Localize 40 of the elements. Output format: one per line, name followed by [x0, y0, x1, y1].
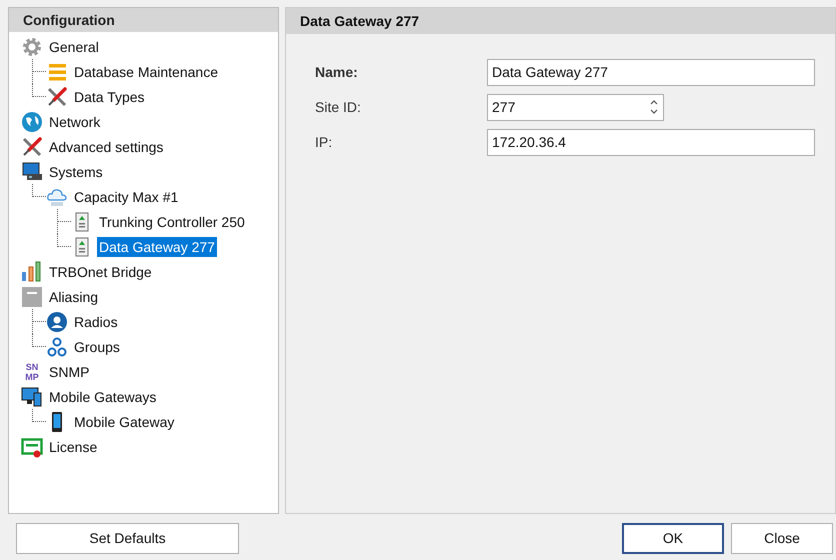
panel-title: Data Gateway 277 — [286, 8, 835, 34]
monitor-icon — [21, 160, 43, 182]
gear-icon — [21, 36, 43, 58]
close-button[interactable]: Close — [731, 522, 833, 554]
globe-icon — [21, 110, 43, 132]
tree-item[interactable]: Network — [47, 112, 102, 132]
user-icon — [46, 310, 68, 332]
site-id-spin-field[interactable]: 277 — [487, 94, 664, 120]
tree-item[interactable]: Mobile Gateways — [47, 386, 158, 406]
tree-item[interactable]: Trunking Controller 250 — [97, 212, 247, 232]
set-defaults-button[interactable]: Set Defaults — [16, 522, 239, 554]
field-label: Name: — [315, 62, 359, 82]
tree-item[interactable]: Groups — [72, 336, 122, 356]
tree-item[interactable]: Advanced settings — [47, 136, 166, 156]
devices-icon — [21, 386, 43, 408]
snmp-icon: SN MP — [21, 360, 43, 382]
tree-item[interactable]: Capacity Max #1 — [72, 186, 180, 206]
tree-item[interactable]: Data Gateway 277 — [97, 236, 217, 256]
tree-item[interactable]: General — [47, 36, 101, 56]
tree-item[interactable]: License — [47, 436, 100, 456]
tree-item[interactable]: Aliasing — [47, 286, 100, 306]
sidebar-title: Configuration — [9, 8, 278, 32]
bar-chart-icon — [21, 260, 43, 282]
license-icon — [21, 436, 43, 458]
field-label: IP: — [315, 132, 334, 152]
tree-item[interactable]: TRBOnet Bridge — [47, 262, 154, 282]
field-label: Site ID: — [315, 98, 362, 116]
tree-item[interactable]: Data Types — [72, 86, 147, 106]
text-field[interactable]: 172.20.36.4 — [487, 128, 815, 156]
tree-item[interactable]: Radios — [72, 312, 120, 332]
tree-item[interactable]: Mobile Gateway — [72, 412, 176, 432]
ok-button[interactable]: OK — [622, 522, 724, 554]
tree-item[interactable]: Database Maintenance — [72, 62, 220, 82]
tools-icon — [21, 136, 43, 158]
tree-item[interactable]: Systems — [47, 162, 105, 182]
tree-item[interactable]: SNMP — [47, 362, 92, 382]
group-icon — [46, 336, 68, 358]
archive-box-icon — [21, 286, 43, 308]
text-field[interactable]: Data Gateway 277 — [487, 58, 815, 86]
tools-icon — [46, 86, 68, 108]
